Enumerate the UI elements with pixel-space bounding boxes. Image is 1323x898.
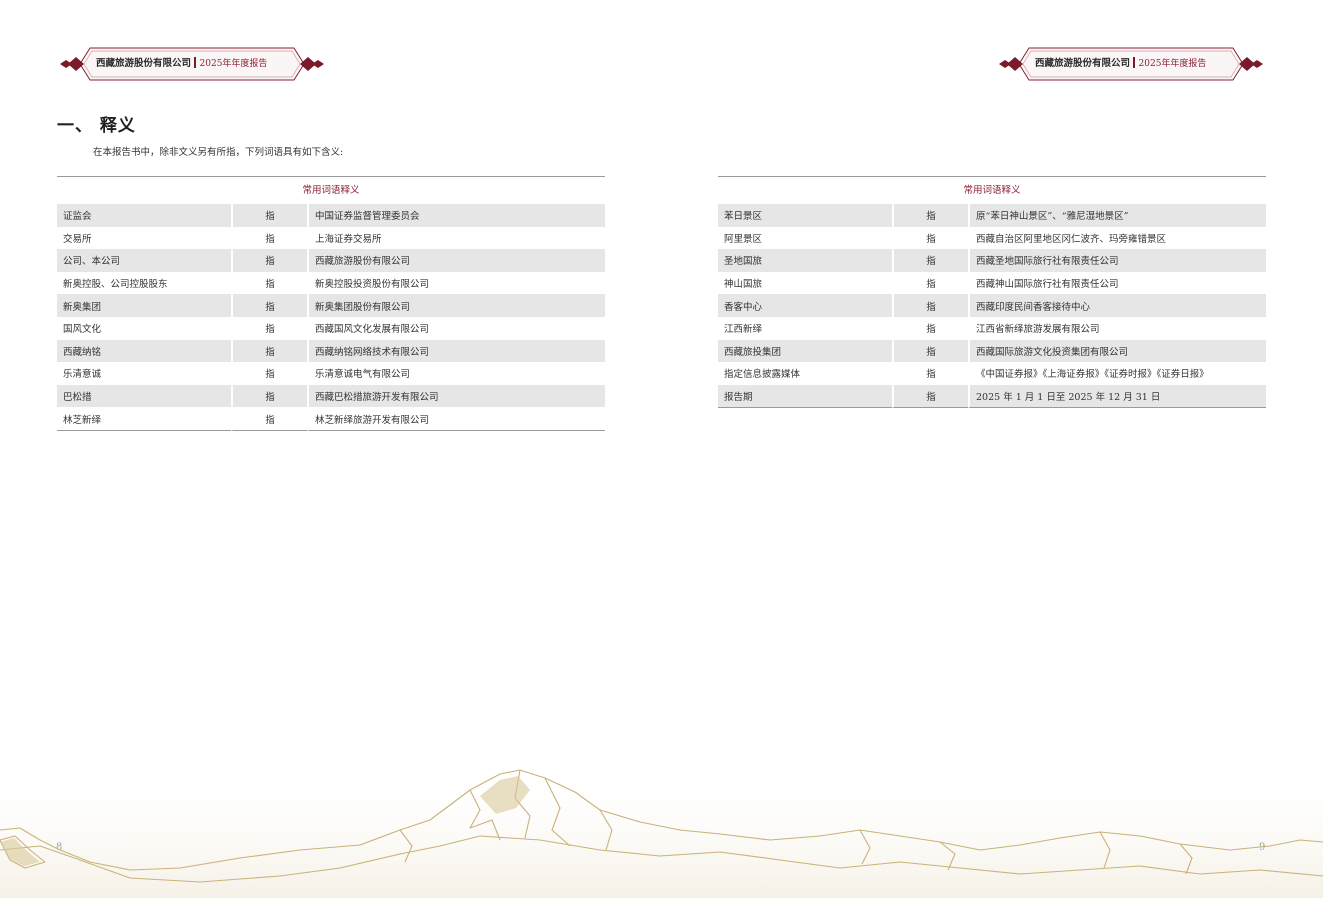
table-row: 神山国旅 指西藏神山国际旅行社有限责任公司 — [718, 271, 1266, 295]
term-cell: 苯日景区 — [718, 204, 892, 227]
table-row: 公司、本公司指西藏旅游股份有限公司 — [57, 249, 605, 272]
meaning-cell: 林芝新绎旅游开发有限公司 — [307, 407, 605, 431]
meaning-cell: 乐清意诚电气有限公司 — [307, 362, 605, 385]
meaning-cell: 西藏国际旅游文化投资集团有限公司 — [968, 339, 1266, 363]
relation-cell: 指 — [892, 339, 968, 363]
table-row: 江西新绎 指江西省新绎旅游发展有限公司 — [718, 316, 1266, 340]
table-row: 证监会指中国证券监督管理委员会 — [57, 204, 605, 227]
table-row: 西藏旅投集团指西藏国际旅游文化投资集团有限公司 — [718, 339, 1266, 363]
meaning-cell: 新奥控股投资股份有限公司 — [307, 271, 605, 295]
meaning-cell: 西藏国风文化发展有限公司 — [307, 316, 605, 340]
header-separator — [194, 57, 196, 68]
term-cell: 乐清意诚 — [63, 369, 102, 381]
term-cell: 香客中心 — [718, 294, 892, 317]
table-row: 香客中心指西藏印度民间香客接待中心 — [718, 294, 1266, 317]
meaning-cell: 西藏旅游股份有限公司 — [307, 249, 605, 272]
table-row: 乐清意诚 指乐清意诚电气有限公司 — [57, 362, 605, 385]
table-row: 西藏纳铭指西藏纳铭网络技术有限公司 — [57, 339, 605, 363]
table-row: 新奥控股、公司控股股东 指新奥控股投资股份有限公司 — [57, 271, 605, 295]
meaning-cell: 上海证券交易所 — [307, 226, 605, 250]
term-cell: 公司、本公司 — [57, 249, 231, 272]
table-row: 国风文化 指西藏国风文化发展有限公司 — [57, 316, 605, 340]
header-report-year: 2025年年度报告 — [199, 59, 268, 69]
relation-cell: 指 — [892, 384, 968, 409]
term-cell: 新奥控股、公司控股股东 — [63, 279, 168, 291]
header-separator — [1133, 57, 1135, 68]
table-row: 苯日景区指原“苯日神山景区”、“雅尼湿地景区” — [718, 204, 1266, 227]
meaning-cell: 新奥集团股份有限公司 — [307, 294, 605, 317]
relation-cell: 指 — [231, 362, 307, 385]
header-badge: 西藏旅游股份有限公司 2025年年度报告 — [58, 46, 326, 82]
relation-cell: 指 — [231, 384, 307, 408]
header-company: 西藏旅游股份有限公司 — [96, 58, 192, 69]
term-cell: 林芝新绎 — [57, 407, 231, 431]
table-row: 巴松措指西藏巴松措旅游开发有限公司 — [57, 384, 605, 408]
term-cell: 新奥集团 — [57, 294, 231, 317]
term-cell: 江西新绎 — [724, 324, 763, 336]
section-title: 一、 释义 — [57, 116, 136, 136]
relation-cell: 指 — [231, 407, 307, 431]
meaning-cell: 西藏纳铭网络技术有限公司 — [307, 339, 605, 363]
term-cell: 巴松措 — [57, 384, 231, 408]
relation-cell: 指 — [231, 249, 307, 272]
header-company: 西藏旅游股份有限公司 — [1035, 58, 1131, 69]
term-cell: 阿里景区 — [724, 233, 763, 245]
term-cell: 交易所 — [63, 233, 92, 245]
header-badge: 西藏旅游股份有限公司 2025年年度报告 — [997, 46, 1265, 82]
relation-cell: 指 — [892, 249, 968, 272]
relation-cell: 指 — [231, 271, 307, 295]
term-cell: 西藏旅投集团 — [718, 339, 892, 363]
definitions-table-right: 常用词语释义 苯日景区指原“苯日神山景区”、“雅尼湿地景区” 阿里景区指西藏自治区… — [718, 176, 1266, 409]
meaning-cell: 西藏圣地国际旅行社有限责任公司 — [968, 249, 1266, 272]
table-row: 新奥集团指新奥集团股份有限公司 — [57, 294, 605, 317]
meaning-cell: 西藏巴松措旅游开发有限公司 — [307, 384, 605, 408]
relation-cell: 指 — [892, 226, 968, 250]
relation-cell: 指 — [231, 204, 307, 227]
header-report-year: 2025年年度报告 — [1138, 59, 1207, 69]
term-cell: 神山国旅 — [724, 279, 763, 291]
table-caption: 常用词语释义 — [57, 176, 605, 204]
relation-cell: 指 — [892, 204, 968, 227]
term-cell: 报告期 — [718, 384, 892, 409]
term-cell: 西藏纳铭 — [57, 339, 231, 363]
meaning-cell: 西藏印度民间香客接待中心 — [968, 294, 1266, 317]
relation-cell: 指 — [892, 316, 968, 340]
table-row: 指定信息披露媒体 指《中国证券报》《上海证券报》《证券时报》《证券日报》 — [718, 362, 1266, 385]
section-intro: 在本报告书中，除非文义另有所指，下列词语具有如下含义: — [93, 147, 344, 158]
term-cell: 国风文化 — [63, 324, 102, 336]
table-row: 阿里景区 指西藏自治区阿里地区冈仁波齐、玛旁雍错景区 — [718, 226, 1266, 250]
definitions-table-left: 常用词语释义 证监会指中国证券监督管理委员会 交易所指上海证券交易所 公司、本公司指… — [57, 176, 605, 431]
meaning-cell: 原“苯日神山景区”、“雅尼湿地景区” — [968, 204, 1266, 227]
term-cell: 指定信息披露媒体 — [724, 369, 801, 381]
meaning-cell: 2025 年 1 月 1 日至 2025 年 12 月 31 日 — [968, 384, 1266, 409]
meaning-cell: 西藏自治区阿里地区冈仁波齐、玛旁雍错景区 — [968, 226, 1266, 250]
table-row: 交易所 指上海证券交易所 — [57, 226, 605, 250]
relation-cell: 指 — [231, 226, 307, 250]
table-caption: 常用词语释义 — [718, 176, 1266, 204]
meaning-cell: 江西省新绎旅游发展有限公司 — [968, 316, 1266, 340]
term-cell: 圣地国旅 — [718, 249, 892, 272]
meaning-cell: 中国证券监督管理委员会 — [307, 204, 605, 227]
relation-cell: 指 — [231, 294, 307, 317]
relation-cell: 指 — [231, 339, 307, 363]
relation-cell: 指 — [231, 316, 307, 340]
term-cell: 证监会 — [57, 204, 231, 227]
relation-cell: 指 — [892, 271, 968, 295]
table-row: 林芝新绎指林芝新绎旅游开发有限公司 — [57, 407, 605, 431]
relation-cell: 指 — [892, 362, 968, 385]
mountain-illustration-icon — [0, 760, 1323, 898]
meaning-cell: 西藏神山国际旅行社有限责任公司 — [968, 271, 1266, 295]
relation-cell: 指 — [892, 294, 968, 317]
table-row: 报告期指 2025 年 1 月 1 日至 2025 年 12 月 31 日 — [718, 384, 1266, 409]
meaning-cell: 《中国证券报》《上海证券报》《证券时报》《证券日报》 — [968, 362, 1266, 385]
table-row: 圣地国旅指西藏圣地国际旅行社有限责任公司 — [718, 249, 1266, 272]
